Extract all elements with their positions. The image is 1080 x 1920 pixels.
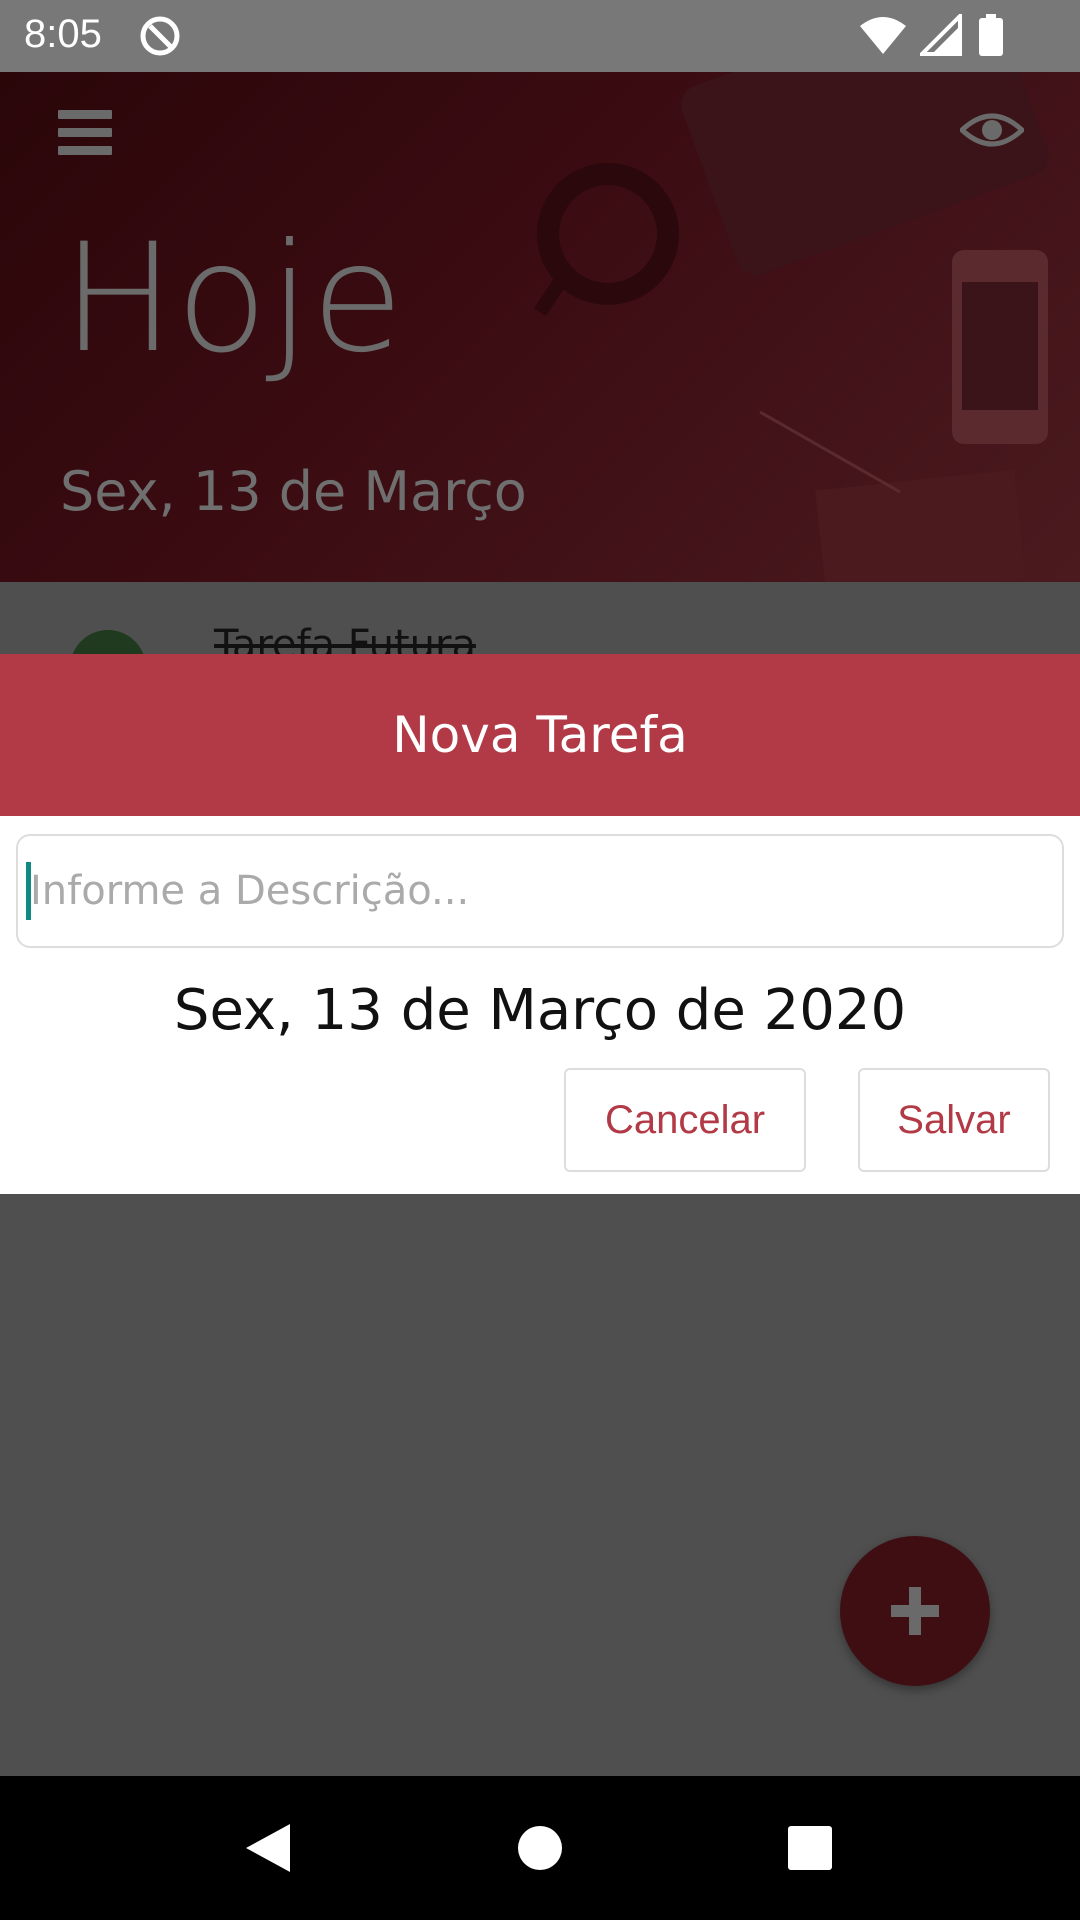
home-button[interactable] (480, 1776, 600, 1920)
recents-button[interactable] (750, 1776, 870, 1920)
wifi-icon (860, 17, 906, 54)
status-time: 8:05 (24, 12, 102, 56)
new-task-dialog: Nova Tarefa Sex, 13 de Março de 2020 Can… (0, 654, 1080, 1194)
battery-icon (979, 14, 1003, 56)
recents-icon (788, 1826, 832, 1870)
page-title: Hoje (62, 212, 405, 386)
cellular-signal-icon (920, 14, 962, 56)
dialog-title: Nova Tarefa (392, 706, 688, 764)
status-icons (858, 14, 1058, 58)
eye-icon[interactable] (960, 108, 1024, 152)
dialog-date[interactable]: Sex, 13 de Março de 2020 (0, 978, 1080, 1043)
plus-icon (891, 1587, 939, 1635)
text-caret (26, 862, 31, 920)
home-icon (518, 1826, 562, 1870)
back-button[interactable] (210, 1776, 330, 1920)
dialog-header: Nova Tarefa (0, 654, 1080, 816)
back-icon (246, 1824, 290, 1872)
description-input[interactable] (16, 834, 1064, 948)
app-notification-icon (140, 16, 180, 56)
header-date: Sex, 13 de Março (60, 460, 527, 523)
menu-icon[interactable] (58, 110, 112, 156)
header: Hoje Sex, 13 de Março (0, 72, 1080, 582)
save-button[interactable]: Salvar (858, 1068, 1050, 1172)
navigation-bar (0, 1776, 1080, 1920)
add-task-button[interactable] (840, 1536, 990, 1686)
cancel-button[interactable]: Cancelar (564, 1068, 806, 1172)
status-bar: 8:05 (0, 0, 1080, 72)
